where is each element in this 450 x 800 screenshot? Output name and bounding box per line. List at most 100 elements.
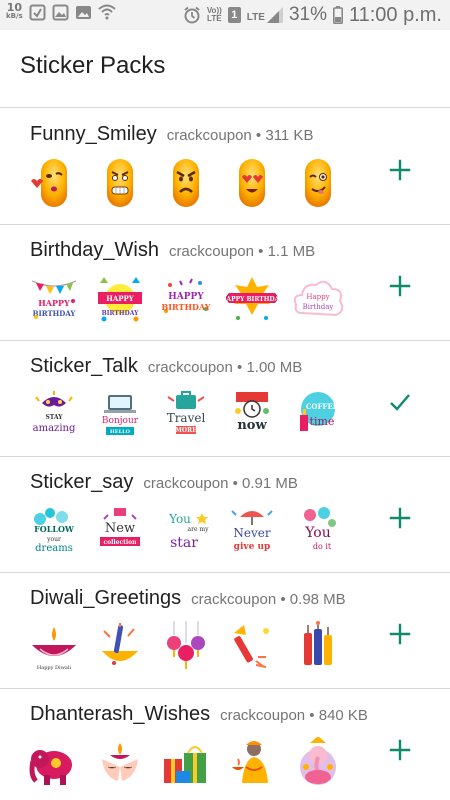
svg-text:do it: do it (313, 542, 332, 551)
firecracker-bundle-sticker (292, 621, 344, 673)
happy-birthday-cloud-sticker-art: Happy Birthday (293, 280, 344, 317)
image-notification-icon (75, 5, 91, 19)
svg-text:Happy: Happy (306, 293, 329, 301)
svg-text:MORE: MORE (175, 427, 197, 434)
battery-percent: 31% (288, 4, 327, 25)
svg-text:BIRTHDAY: BIRTHDAY (33, 309, 77, 318)
hands-with-diya-sticker-art (102, 743, 138, 781)
happy-birthday-bunting-sticker: HAPPY BIRTHDAY (28, 273, 80, 325)
pack-meta: crackcoupon • 311 KB (166, 127, 314, 144)
you-my-star-sticker: You are my star (160, 505, 212, 557)
sticker-preview-strip (28, 737, 344, 789)
heart-eyes-face-sticker (226, 157, 278, 209)
svg-text:BIRTHDAY: BIRTHDAY (102, 310, 139, 317)
add-pack-button[interactable] (384, 618, 416, 650)
sticker-pack-row[interactable]: Diwali_Greetings crackcoupon • 0.98 MB Hap… (0, 573, 450, 689)
happy-diwali-diya-sticker-art: Happy Diwali (32, 627, 76, 671)
sticker-preview-strip: Happy Diwali (28, 621, 344, 673)
add-icon (389, 739, 411, 761)
pack-header: Birthday_Wish crackcoupon • 1.1 MB (30, 239, 315, 262)
svg-text:FOLLOW: FOLLOW (34, 524, 75, 534)
new-collection-sticker-art: New collection (100, 508, 140, 546)
rocket-firecracker-sticker-art (234, 625, 269, 668)
sticker-pack-row[interactable]: Funny_Smiley crackcoupon • 311 KB (0, 109, 450, 225)
happy-birthday-banner-sticker-art: HAPPY BIRTHDAY (98, 277, 142, 322)
add-pack-button[interactable] (384, 154, 416, 186)
sticker-pack-row[interactable]: Birthday_Wish crackcoupon • 1.1 MB HAPPY BI… (0, 225, 450, 341)
ganesha-sticker-art (300, 737, 336, 785)
pack-name: Sticker_say (30, 471, 134, 493)
firecracker-bundle-sticker-art (304, 621, 332, 665)
new-collection-sticker: New collection (94, 505, 146, 557)
network-speed-unit: kB/s (6, 12, 23, 20)
hanging-lanterns-sticker (160, 621, 212, 673)
never-give-up-sticker: Never give up (226, 505, 278, 557)
add-icon (389, 159, 411, 181)
sticker-pack-row[interactable]: Sticker_say crackcoupon • 0.91 MB FOLLOW yo… (0, 457, 450, 573)
svg-text:your: your (46, 536, 61, 543)
woman-with-lamp-sticker (226, 737, 278, 789)
pack-name: Birthday_Wish (30, 239, 159, 261)
svg-text:BIRTHDAY: BIRTHDAY (162, 302, 211, 312)
svg-text:HAPPY: HAPPY (168, 292, 204, 302)
pack-header: Sticker_Talk crackcoupon • 1.00 MB (30, 355, 302, 378)
pack-meta: crackcoupon • 0.98 MB (191, 591, 346, 608)
happy-birthday-confetti-sticker-art: HAPPYBIRTHDAY (162, 278, 211, 313)
pack-meta: crackcoupon • 0.91 MB (143, 475, 298, 492)
status-bar: 10 kB/s Vo)) LTE 1 LTE 31% 11:00 p.m. (0, 0, 450, 30)
stay-amazing-sticker: STAY amazing (28, 389, 80, 441)
travel-more-sticker-art: Travel MORE (167, 391, 206, 434)
pack-meta: crackcoupon • 1.1 MB (168, 243, 316, 260)
svg-text:amazing: amazing (33, 423, 76, 434)
sticker-preview-strip: STAY amazing Bonjour HELLO Travel MORE now COFF… (28, 389, 344, 441)
hands-with-diya-sticker (94, 737, 146, 789)
pack-meta: crackcoupon • 840 KB (220, 707, 368, 724)
happy-birthday-ribbon-sticker-art: HAPPY BIRTHDAY (226, 277, 278, 320)
decorated-elephant-sticker (28, 737, 80, 789)
pack-header: Dhanterash_Wishes crackcoupon • 840 KB (30, 703, 368, 726)
page-title: Sticker Packs (20, 52, 166, 79)
status-right-icons: Vo)) LTE 1 LTE 31% 11:00 p.m. (183, 3, 442, 27)
network-speed-value: 10 (6, 1, 23, 14)
add-pack-button[interactable] (384, 502, 416, 534)
sticker-pack-row[interactable]: Dhanterash_Wishes crackcoupon • 840 KB (0, 689, 450, 800)
sticker-preview-strip (28, 157, 344, 209)
svg-text:give up: give up (234, 542, 271, 552)
alarm-icon (184, 6, 200, 24)
kissing-face-sticker-art (31, 159, 67, 207)
svg-text:are my: are my (188, 526, 210, 533)
pack-name: Funny_Smiley (30, 123, 157, 145)
winking-face-sticker (292, 157, 344, 209)
grimacing-face-sticker (94, 157, 146, 209)
pack-meta: crackcoupon • 1.00 MB (147, 359, 303, 376)
happy-birthday-ribbon-sticker: HAPPY BIRTHDAY (226, 273, 278, 325)
pack-name: Diwali_Greetings (30, 587, 182, 609)
add-pack-button[interactable] (384, 270, 416, 302)
svg-text:STAY: STAY (45, 414, 63, 421)
check-icon (390, 394, 410, 411)
signal-strength-icon (266, 7, 283, 23)
network-speed: 10 kB/s (6, 1, 23, 21)
now-clock-sticker: now (226, 389, 278, 441)
svg-text:Bonjour: Bonjour (102, 416, 139, 426)
svg-text:HELLO: HELLO (110, 429, 131, 435)
screenshot-notification-icon (29, 4, 46, 20)
never-give-up-sticker-art: Never give up (231, 510, 273, 552)
sim-slot-badge: 1 (227, 7, 241, 23)
kissing-face-sticker (28, 157, 80, 209)
sticker-preview-strip: HAPPYBIRTHDAYHAPPYBIRTHDAYHAPPYBIRTHDAYH… (28, 273, 344, 325)
svg-text:Travel: Travel (167, 411, 206, 425)
sticker-pack-row[interactable]: Sticker_Talk crackcoupon • 1.00 MB STAY ama… (0, 341, 450, 457)
gallery-notification-icon (52, 4, 69, 20)
gift-boxes-sticker (160, 737, 212, 789)
sticker-preview-strip: FOLLOW your dreams New collection You are my st… (28, 505, 344, 557)
sparkler-bowl-sticker (94, 621, 146, 673)
grimacing-face-sticker-art (107, 159, 133, 207)
pack-header: Diwali_Greetings crackcoupon • 0.98 MB (30, 587, 346, 610)
wifi-icon (98, 4, 116, 20)
add-pack-button[interactable] (384, 734, 416, 766)
travel-more-sticker: Travel MORE (160, 389, 212, 441)
pack-added-indicator[interactable] (384, 386, 416, 418)
happy-birthday-banner-sticker: HAPPY BIRTHDAY (94, 273, 146, 325)
svg-text:Happy Diwali: Happy Diwali (37, 665, 72, 671)
